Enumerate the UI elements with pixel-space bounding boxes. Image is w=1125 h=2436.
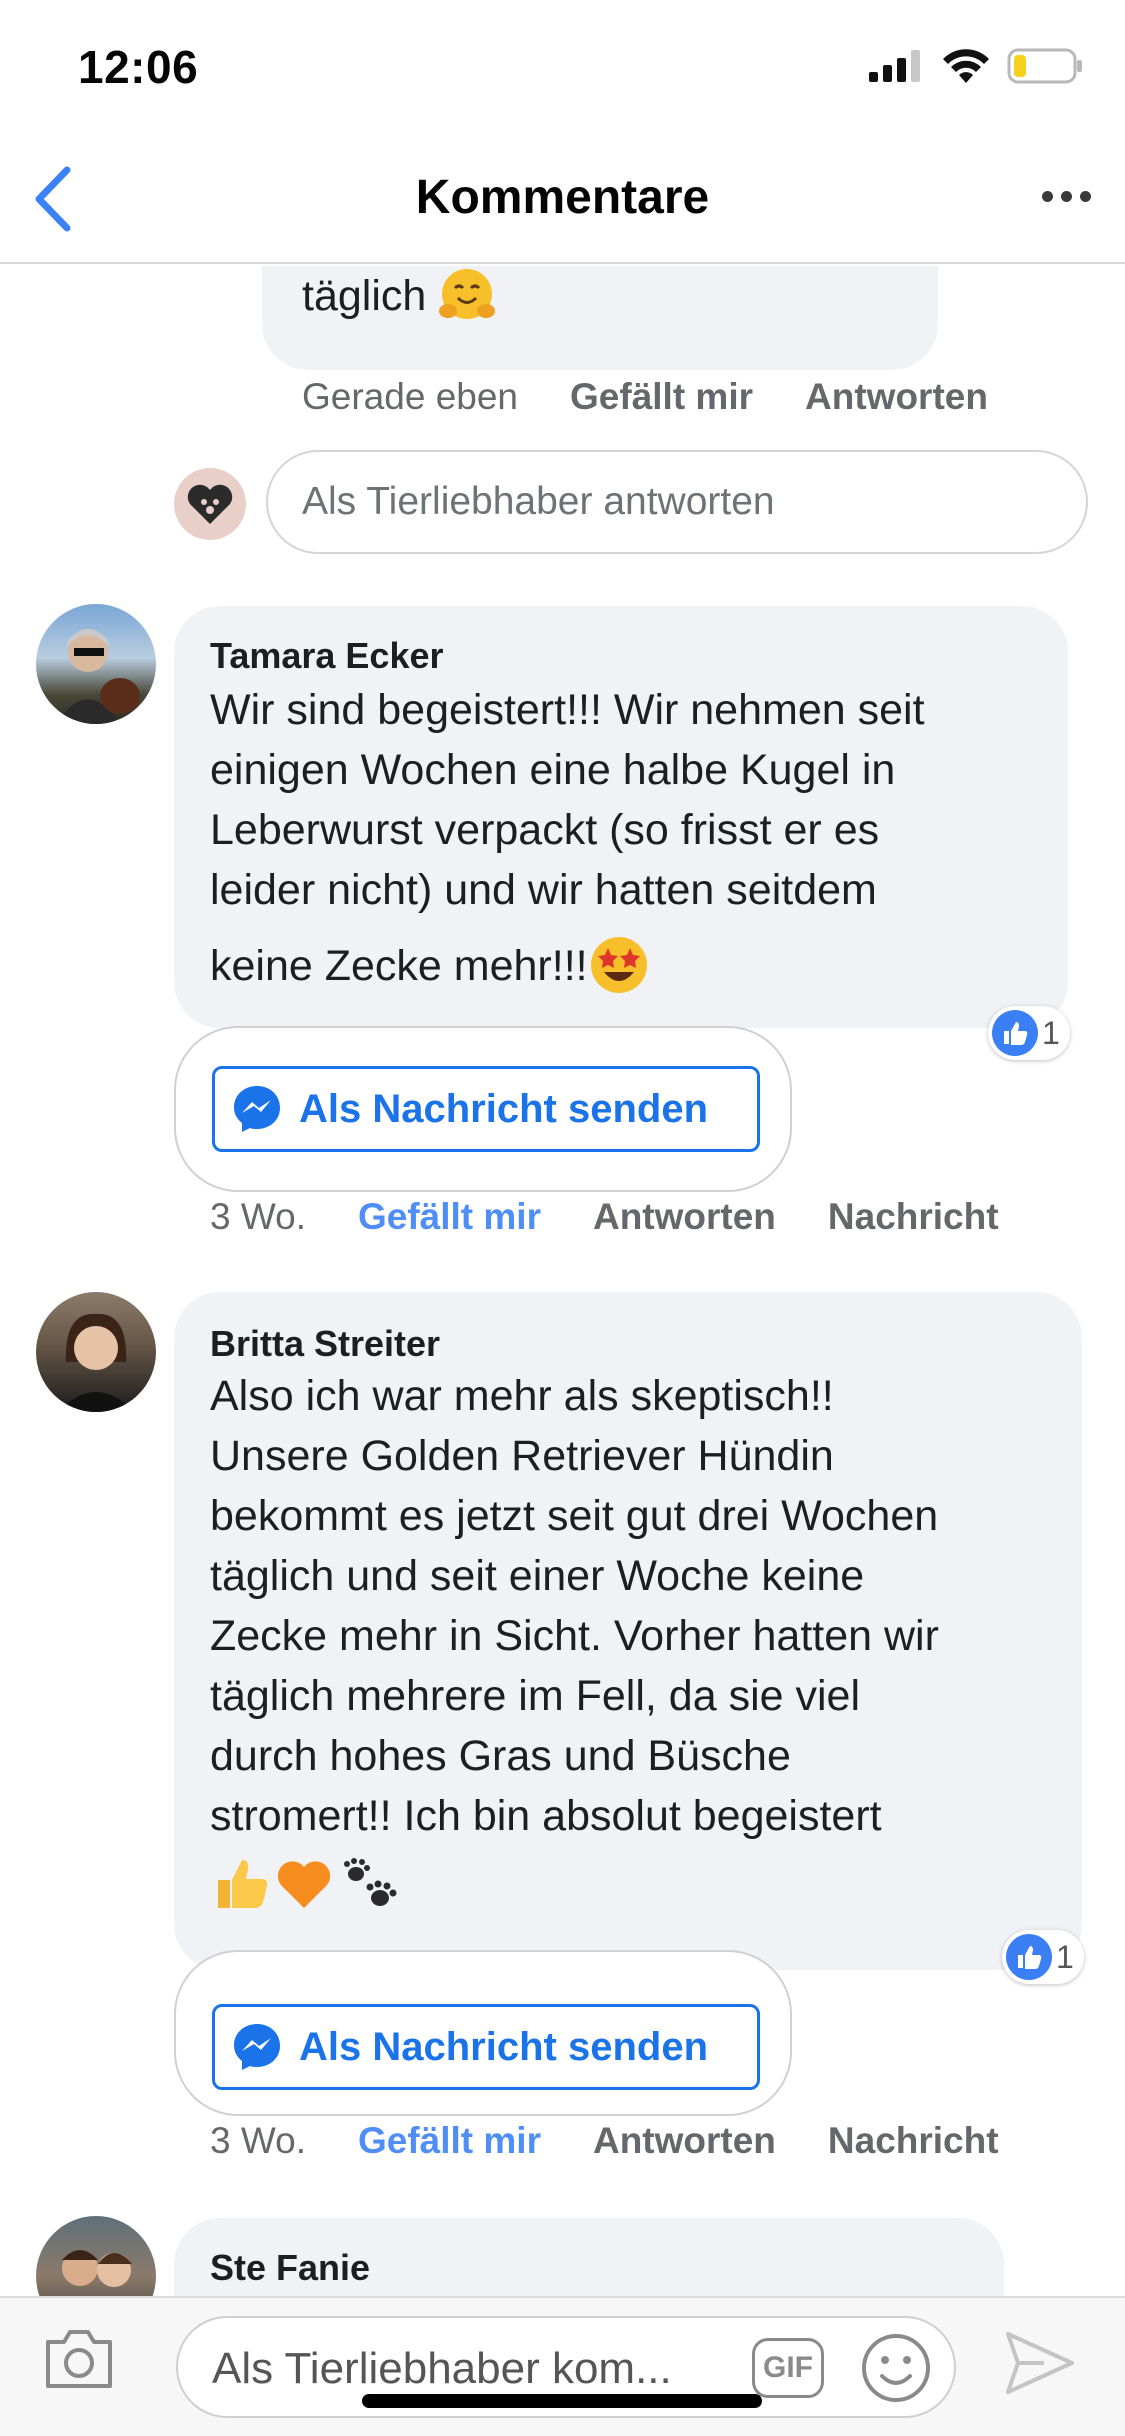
message-card: Als Nachricht senden: [174, 1026, 792, 1192]
reply-link[interactable]: Antworten: [593, 1196, 776, 1238]
like-count: 1: [1042, 1014, 1060, 1051]
comment-time: 3 Wo.: [210, 1196, 306, 1237]
thumbs-up-emoji-icon: [218, 1860, 268, 1908]
hug-emoji-icon: [439, 269, 496, 319]
page-title: Kommentare: [415, 171, 710, 224]
send-message-label: Als Nachricht senden: [299, 2024, 709, 2069]
comment-time: 3 Wo.: [210, 2120, 306, 2161]
camera-icon: [46, 2330, 112, 2388]
status-time: 12:06: [78, 41, 199, 93]
messenger-icon: [234, 1086, 280, 1132]
like-count-badge[interactable]: 1: [988, 1006, 1070, 1060]
page-avatar: [174, 468, 246, 540]
comment-author[interactable]: Ste Fanie: [210, 2246, 370, 2290]
comment-line: durch hohes Gras und Büsche: [210, 1732, 791, 1780]
reply-bubble: täglich: [262, 266, 938, 370]
reply-input-placeholder: Als Tierliebhaber antworten: [302, 480, 775, 523]
send-button[interactable]: [1004, 2330, 1076, 2401]
comment-line: Unsere Golden Retriever Hündin: [210, 1432, 834, 1480]
comment-author[interactable]: Britta Streiter: [210, 1322, 440, 1366]
reply-meta-row: Gerade eben Gefällt mir Antworten: [302, 376, 988, 418]
comment-composer: Als Tierliebhaber kom... GIF: [0, 2296, 1125, 2436]
emoji-button[interactable]: [860, 2332, 932, 2409]
person-photo-icon: [58, 1313, 134, 1412]
more-dot-icon: [1079, 190, 1091, 202]
comment-meta-row: 3 Wo. Gefällt mir Antworten Nachricht: [210, 2120, 999, 2162]
like-link[interactable]: Gefällt mir: [358, 1196, 541, 1238]
comment-line: täglich mehrere im Fell, da sie viel: [210, 1672, 861, 1720]
camera-button[interactable]: [42, 2326, 116, 2397]
comment-bubble: Tamara Ecker Wir sind begeistert!!! Wir …: [174, 606, 1068, 1028]
person-photo-icon: [56, 629, 140, 724]
comment-line: Leberwurst verpackt (so frisst er es: [210, 806, 880, 854]
reply-time: Gerade eben: [302, 376, 519, 417]
comment-line: einigen Wochen eine halbe Kugel in: [210, 746, 896, 794]
signal-icon: [869, 50, 920, 82]
home-indicator: [362, 2394, 762, 2408]
avatar[interactable]: [36, 1292, 156, 1412]
status-bar: 12:06: [0, 0, 1125, 132]
reply-like-link[interactable]: Gefällt mir: [570, 376, 753, 418]
person-photo-icon: [62, 2250, 132, 2287]
thumbs-up-icon: [1006, 1934, 1052, 1980]
message-link[interactable]: Nachricht: [828, 2120, 999, 2162]
status-icons: [869, 48, 1083, 84]
comment-bubble: Britta Streiter Also ich war mehr als sk…: [174, 1292, 1082, 1970]
reply-link[interactable]: Antworten: [593, 2120, 776, 2162]
comments-list: täglich Gerade eben Gefällt mir Antworte…: [0, 266, 1125, 2296]
comment-line: stromert!! Ich bin absolut begeistert: [210, 1792, 882, 1840]
avatar[interactable]: [36, 2216, 156, 2296]
battery-icon: [1007, 48, 1082, 84]
comment-input-placeholder: Als Tierliebhaber kom...: [212, 2344, 672, 2393]
more-dot-icon: [1041, 190, 1053, 202]
star-struck-emoji-icon: [590, 937, 647, 993]
send-icon: [1006, 2332, 1074, 2394]
comment-bubble: Ste Fanie: [174, 2218, 1004, 2296]
send-message-button[interactable]: Als Nachricht senden: [212, 2004, 760, 2090]
comment-meta-row: 3 Wo. Gefällt mir Antworten Nachricht: [210, 1196, 999, 1238]
more-options-button[interactable]: [1031, 166, 1101, 226]
heart-logo-icon: [187, 484, 233, 524]
comment-line: Zecke mehr in Sicht. Vorher hatten wir: [210, 1612, 939, 1660]
thumbs-up-icon: [992, 1010, 1038, 1056]
message-card: Als Nachricht senden: [174, 1950, 792, 2116]
reply-answer-link[interactable]: Antworten: [805, 376, 988, 418]
messenger-icon: [234, 2024, 280, 2070]
comment-line: Also ich war mehr als skeptisch!!: [210, 1372, 834, 1420]
send-message-button[interactable]: Als Nachricht senden: [212, 1066, 760, 1152]
comment-line: leider nicht) und wir hatten seitdem: [210, 866, 877, 914]
avatar[interactable]: [36, 604, 156, 724]
navigation-bar: Kommentare: [0, 132, 1125, 264]
gif-button[interactable]: GIF: [752, 2338, 824, 2398]
send-message-label: Als Nachricht senden: [299, 1086, 709, 1131]
comment-line: keine Zecke mehr!!!: [210, 942, 588, 990]
message-link[interactable]: Nachricht: [828, 1196, 999, 1238]
like-count: 1: [1056, 1938, 1074, 1975]
like-count-badge[interactable]: 1: [1002, 1930, 1084, 1984]
reply-text: täglich: [302, 272, 427, 320]
paw-prints-icon: [344, 1858, 397, 1906]
comment-author[interactable]: Tamara Ecker: [210, 634, 444, 678]
more-dot-icon: [1060, 190, 1072, 202]
smiley-icon: [862, 2334, 930, 2402]
reply-input[interactable]: Als Tierliebhaber antworten: [266, 450, 1088, 554]
comment-line: täglich und seit einer Woche keine: [210, 1552, 865, 1600]
comment-line: Wir sind begeistert!!! Wir nehmen seit: [210, 686, 925, 734]
wifi-icon: [943, 49, 989, 83]
orange-heart-icon: [277, 1861, 331, 1908]
comment-line: bekommt es jetzt seit gut drei Wochen: [210, 1492, 939, 1540]
like-link[interactable]: Gefällt mir: [358, 2120, 541, 2162]
